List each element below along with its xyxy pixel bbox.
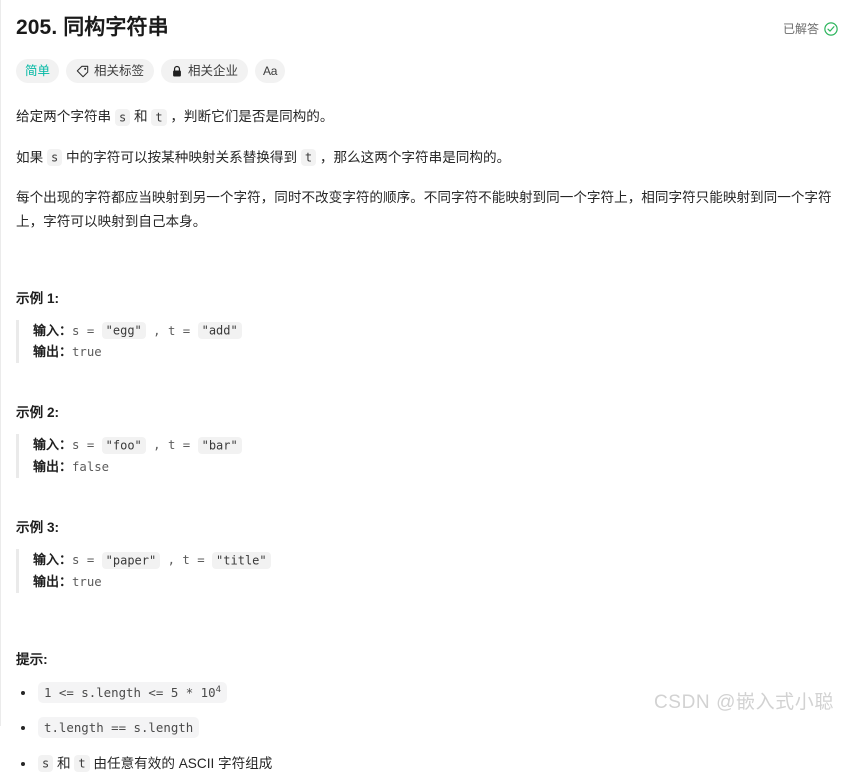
- example-title: 示例 2:: [16, 405, 60, 421]
- check-circle-icon: [824, 21, 838, 36]
- desc-text: 和: [130, 109, 152, 124]
- example-title: 示例 3:: [16, 520, 60, 536]
- status-label: 已解答: [782, 22, 819, 36]
- example-title: 示例 1:: [16, 290, 60, 306]
- watermark: CSDN @嵌入式小聪: [653, 692, 834, 713]
- input-value-s: "foo": [101, 436, 146, 454]
- tag-icon: [76, 65, 89, 78]
- desc-text: 给定两个字符串: [16, 109, 115, 124]
- example-input-line: 输入：s = "egg" , t = "add": [33, 320, 838, 342]
- related-companies-label: 相关企业: [188, 64, 239, 78]
- inline-code-s: s: [46, 149, 63, 167]
- example-1: 示例 1: 输入：s = "egg" , t = "add" 输出：true: [16, 287, 838, 364]
- example-input-line: 输入：s = "foo" , t = "bar": [33, 434, 838, 456]
- problem-description-panel: 205. 同构字符串 已解答 简单 相关标签 相关企业 Aa 给定两个字符串 s…: [0, 0, 854, 773]
- output-label: 输出：: [33, 459, 73, 475]
- input-prefix: s =: [72, 553, 102, 568]
- example-input-line: 输入：s = "paper" , t = "title": [33, 549, 838, 571]
- input-value-s: "paper": [101, 551, 161, 569]
- input-prefix: s =: [72, 323, 102, 338]
- description-paragraph-1: 给定两个字符串 s 和 t ，判断它们是否是同构的。: [16, 105, 838, 129]
- constraint-code: t.length == s.length: [38, 717, 200, 739]
- font-size-icon: Aa: [263, 64, 278, 78]
- input-mid: , t =: [145, 438, 198, 453]
- input-label: 输入：: [33, 437, 73, 453]
- font-size-button[interactable]: Aa: [255, 59, 286, 83]
- constraint-text: 由任意有效的 ASCII 字符组成: [89, 755, 273, 771]
- output-label: 输出：: [33, 574, 73, 590]
- related-topics-label: 相关标签: [94, 64, 145, 78]
- list-item: s 和 t 由任意有效的 ASCII 字符组成: [16, 754, 838, 774]
- example-2: 示例 2: 输入：s = "foo" , t = "bar" 输出：false: [16, 401, 838, 479]
- constraint-code: 1 <= s.length <= 5 * 104: [38, 682, 227, 703]
- example-code-block: 输入：s = "egg" , t = "add" 输出：true: [16, 319, 838, 364]
- description-paragraph-2: 如果 s 中的字符可以按某种映射关系替换得到 t ，那么这两个字符串是同构的。: [16, 146, 838, 170]
- input-label: 输入：: [33, 552, 73, 568]
- output-label: 输出：: [33, 344, 73, 360]
- desc-text: 中的字符可以按某种映射关系替换得到: [62, 149, 301, 165]
- input-mid: , t =: [145, 323, 198, 338]
- desc-text: ，判断它们是否是同构的。: [166, 109, 334, 124]
- output-value: false: [72, 460, 110, 475]
- status-badge: 已解答: [783, 14, 838, 37]
- description-paragraph-3: 每个出现的字符都应当映射到另一个字符，同时不改变字符的顺序。不同字符不能映射到同…: [16, 190, 832, 229]
- problem-header: 205. 同构字符串 已解答: [16, 14, 838, 42]
- input-mid: , t =: [160, 553, 213, 568]
- example-output-line: 输出：false: [33, 456, 838, 478]
- input-value-t: "bar": [197, 436, 242, 454]
- lock-icon: [171, 65, 183, 78]
- inline-code-t: t: [300, 149, 317, 167]
- inline-code-t: t: [74, 755, 90, 773]
- input-value-s: "egg": [101, 322, 146, 340]
- related-companies-button[interactable]: 相关企业: [161, 59, 249, 83]
- output-value: true: [72, 575, 102, 590]
- page-title: 205. 同构字符串: [16, 16, 169, 39]
- constraint-code-exponent: 4: [215, 684, 221, 695]
- difficulty-badge[interactable]: 简单: [16, 59, 60, 83]
- example-code-block: 输入：s = "foo" , t = "bar" 输出：false: [16, 434, 838, 479]
- inline-code-s: s: [38, 755, 54, 773]
- example-output-line: 输出：true: [33, 571, 838, 593]
- example-output-line: 输出：true: [33, 341, 838, 363]
- related-topics-button[interactable]: 相关标签: [66, 59, 155, 83]
- constraint-text: 和: [53, 755, 75, 771]
- difficulty-label: 简单: [25, 64, 51, 78]
- list-item: t.length == s.length: [16, 717, 838, 739]
- input-prefix: s =: [72, 438, 102, 453]
- example-code-block: 输入：s = "paper" , t = "title" 输出：true: [16, 549, 838, 593]
- input-value-t: "title": [212, 551, 271, 569]
- constraints-title: 提示:: [16, 652, 48, 667]
- example-3: 示例 3: 输入：s = "paper" , t = "title" 输出：tr…: [16, 516, 838, 593]
- inline-code-t: t: [151, 108, 167, 126]
- input-value-t: "add": [197, 322, 242, 340]
- desc-text: ，那么这两个字符串是同构的。: [316, 149, 511, 165]
- constraint-code-base: 1 <= s.length <= 5 * 10: [44, 685, 216, 700]
- output-value: true: [72, 345, 102, 360]
- tag-row: 简单 相关标签 相关企业 Aa: [16, 59, 838, 83]
- inline-code-s: s: [114, 108, 131, 126]
- desc-text: 如果: [16, 149, 47, 165]
- input-label: 输入：: [33, 322, 73, 338]
